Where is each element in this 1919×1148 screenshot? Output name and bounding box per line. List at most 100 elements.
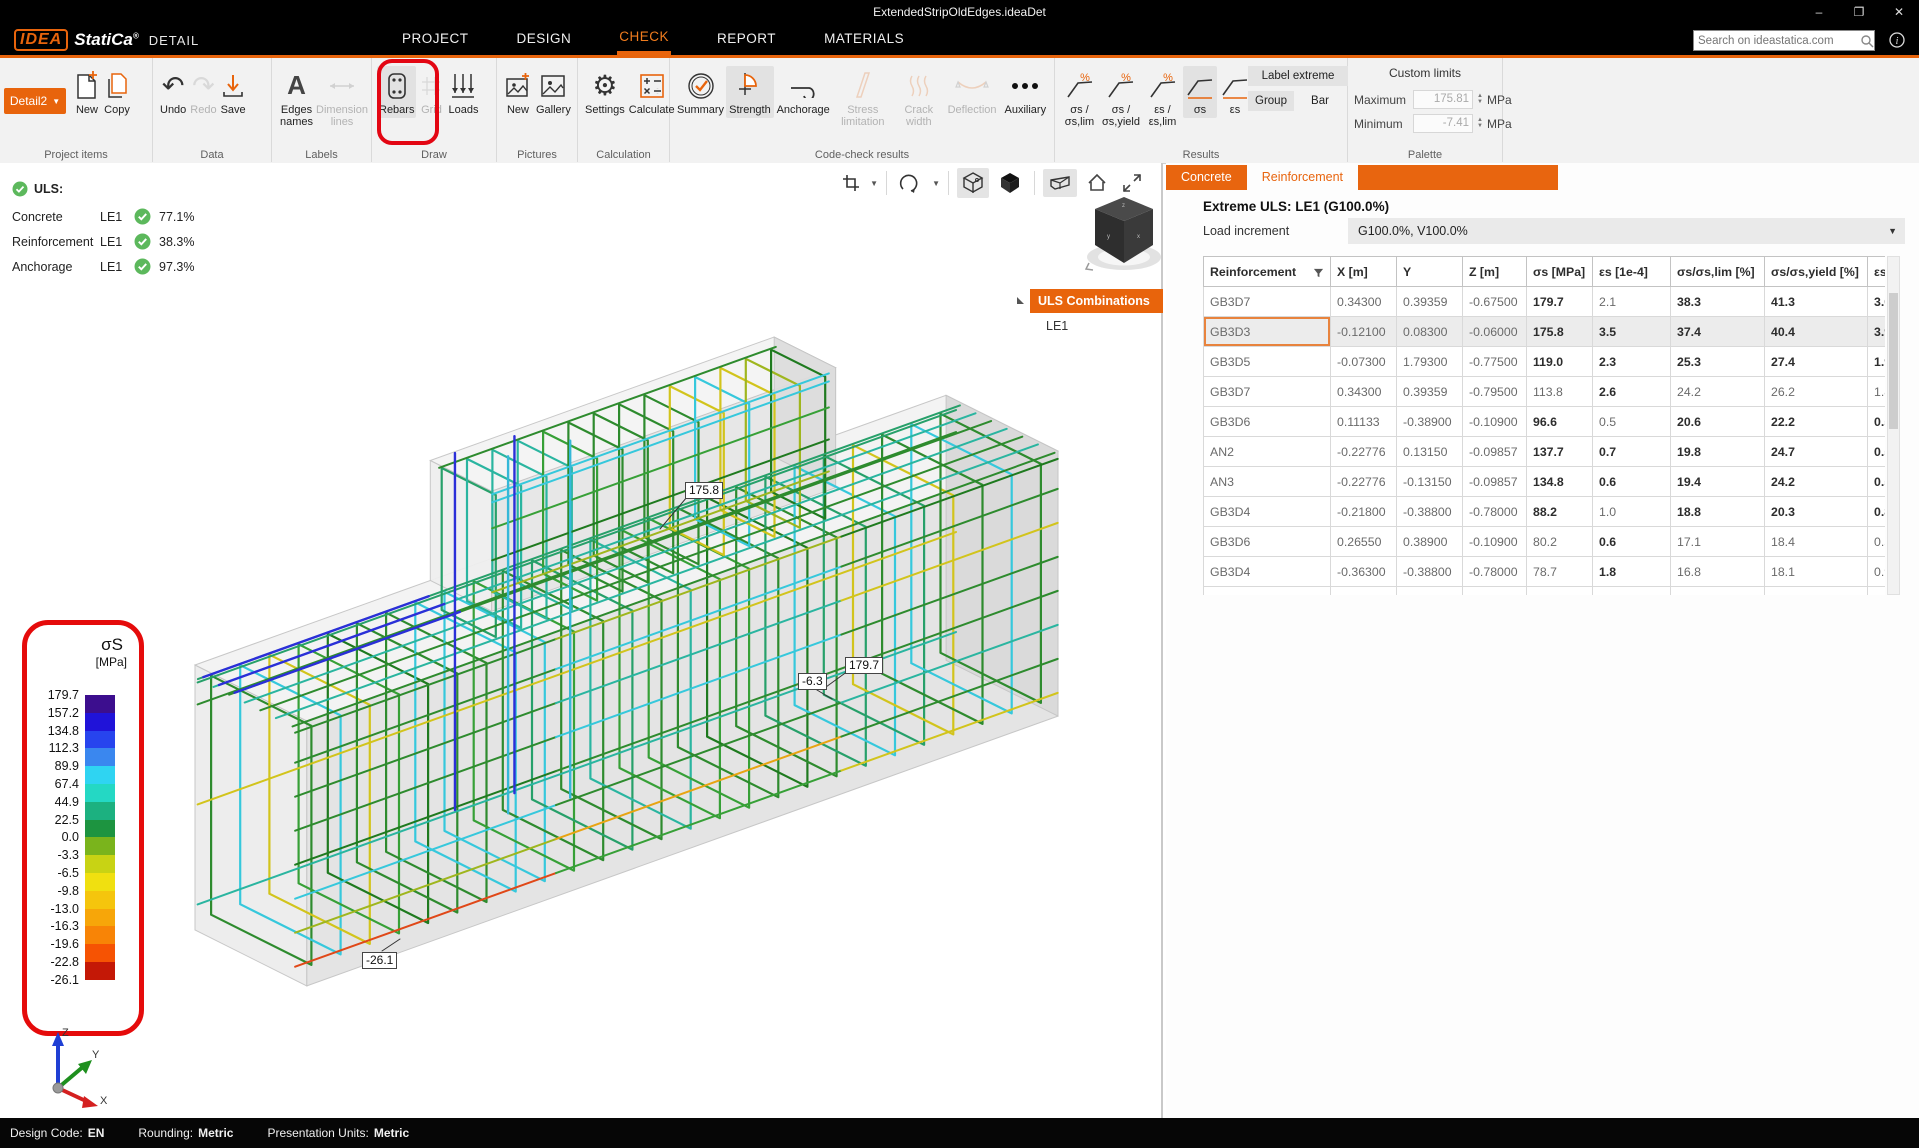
section-crop-tool[interactable] <box>837 170 865 196</box>
anchorage-button[interactable]: Anchorage <box>774 66 833 118</box>
cell: 0.34300 <box>1331 287 1397 317</box>
main-menu: PROJECT DESIGN CHECK REPORT MATERIALS <box>400 25 906 55</box>
table-row-GB3D7[interactable]: GB3D70.343000.39359-0.79500113.82.624.22… <box>1204 377 1886 407</box>
search-box[interactable] <box>1693 30 1875 51</box>
column-header-σs/σs,yield [%][interactable]: σs/σs,yield [%] <box>1765 257 1868 287</box>
table-row-GB3D3[interactable]: GB3D3-0.121000.08300-0.06000175.83.537.4… <box>1204 317 1886 347</box>
legend-band <box>85 784 115 802</box>
cell: GB3D3 <box>1204 317 1331 347</box>
column-header-Z [m][interactable]: Z [m] <box>1463 257 1527 287</box>
load-increment-dropdown[interactable]: G100.0%, V100.0% ▼ <box>1348 218 1905 244</box>
cell: -0.38900 <box>1397 407 1463 437</box>
table-row-GB3D4[interactable]: GB3D4-0.21800-0.38800-0.7800088.21.018.8… <box>1204 497 1886 527</box>
view-cube[interactable]: yxz <box>1085 183 1163 281</box>
settings-button[interactable]: ⚙ Settings <box>583 66 627 118</box>
cell: 19.4 <box>1671 467 1765 497</box>
menu-item-project[interactable]: PROJECT <box>400 25 471 55</box>
table-row-GB3D5[interactable]: GB3D5-0.073001.79300-0.77500119.02.325.3… <box>1204 347 1886 377</box>
info-icon[interactable]: i <box>1889 32 1905 48</box>
table-row-AN3[interactable]: AN3-0.22776-0.13150-0.09857134.80.619.42… <box>1204 467 1886 497</box>
ss-ssyield-button[interactable]: % σs /σs,yield <box>1100 66 1142 131</box>
table-row-GB3D4[interactable]: GB3D4-0.36300-0.38800-0.7800078.71.816.8… <box>1204 557 1886 587</box>
chevron-down-icon[interactable]: ▼ <box>932 179 940 188</box>
table-row-GB3D6[interactable]: GB3D60.11133-0.38900-0.1090096.60.520.62… <box>1204 407 1886 437</box>
es-eslim-button[interactable]: % εs /εs,lim <box>1143 66 1182 131</box>
column-header-εs [1e-4][interactable]: εs [1e-4] <box>1593 257 1671 287</box>
bar-toggle-button[interactable]: Bar <box>1302 91 1338 111</box>
model-viewport[interactable]: ULS: ConcreteLE177.1%ReinforcementLE138.… <box>0 163 1163 1118</box>
maximize-button[interactable]: ❐ <box>1839 0 1879 25</box>
label-extreme-button[interactable]: Label extreme <box>1248 66 1348 86</box>
table-row-GB3D6[interactable]: GB3D60.265500.38900-0.1090080.20.617.118… <box>1204 527 1886 557</box>
group-toggle-button[interactable]: Group <box>1248 91 1294 111</box>
cell: -0.21800 <box>1331 497 1397 527</box>
minimum-spinner[interactable]: ▲▼ <box>1477 118 1483 129</box>
menu-item-check[interactable]: CHECK <box>617 25 671 55</box>
strength-button[interactable]: Strength <box>726 66 774 118</box>
menu-item-materials[interactable]: MATERIALS <box>822 25 906 55</box>
combination-le1[interactable]: LE1 <box>1030 313 1163 333</box>
column-header-εs/εs,lim [%][interactable]: εs/εs,lim [%] <box>1868 257 1886 287</box>
cell: GB3D5 <box>1204 347 1331 377</box>
auxiliary-button[interactable]: Auxiliary <box>1000 66 1051 118</box>
maximum-spinner[interactable]: ▲▼ <box>1477 94 1483 105</box>
maximum-input[interactable]: 175.81 <box>1413 90 1473 109</box>
cell: 17.3 <box>1765 587 1868 596</box>
tab-reinforcement[interactable]: Reinforcement <box>1247 165 1358 190</box>
ss-sslim-button[interactable]: % σs /σs,lim <box>1060 66 1099 131</box>
minimize-button[interactable]: – <box>1799 0 1839 25</box>
es-result-button[interactable]: εs <box>1218 66 1252 118</box>
uls-row-reinforcement: ReinforcementLE138.3% <box>12 229 194 254</box>
legend-tick-label: 112.3 <box>27 741 79 755</box>
rebars-button[interactable]: Rebars <box>377 66 416 118</box>
redo-button: ↷ Redo <box>188 66 218 118</box>
loads-button[interactable]: Loads <box>446 66 480 118</box>
cell: -0.09857 <box>1463 437 1527 467</box>
new-picture-button[interactable]: New <box>502 66 534 118</box>
search-icon <box>1860 34 1874 48</box>
legend-band <box>85 891 115 909</box>
table-row-GB3D7[interactable]: GB3D70.343000.39359-0.67500179.72.138.34… <box>1204 287 1886 317</box>
clip-view-button[interactable] <box>1043 169 1077 197</box>
cell: 0.12300 <box>1397 587 1463 596</box>
search-input[interactable] <box>1694 35 1860 47</box>
table-scrollbar[interactable] <box>1887 256 1900 595</box>
expander-icon[interactable] <box>1017 297 1024 304</box>
rotate-tool[interactable] <box>895 170 927 196</box>
column-header-X [m][interactable]: X [m] <box>1331 257 1397 287</box>
column-header-Reinforcement[interactable]: Reinforcement <box>1204 257 1331 287</box>
menu-item-report[interactable]: REPORT <box>715 25 778 55</box>
dimension-icon <box>327 68 357 104</box>
undo-button[interactable]: ↶ Undo <box>158 66 188 118</box>
ss-result-button[interactable]: σs <box>1183 66 1217 118</box>
minimum-input[interactable]: -7.41 <box>1413 114 1473 133</box>
new-project-button[interactable]: New <box>72 66 102 118</box>
wireframe-view-button[interactable] <box>957 168 989 198</box>
summary-button[interactable]: Summary <box>675 66 726 118</box>
column-header-σs [MPa][interactable]: σs [MPa] <box>1527 257 1593 287</box>
filter-icon[interactable] <box>1313 268 1324 279</box>
column-header-Y[interactable]: Y <box>1397 257 1463 287</box>
tab-concrete[interactable]: Concrete <box>1166 165 1247 190</box>
close-button[interactable]: ✕ <box>1879 0 1919 25</box>
chevron-down-icon[interactable]: ▼ <box>870 179 878 188</box>
cell: 0.39359 <box>1397 377 1463 407</box>
solid-view-button[interactable] <box>994 168 1026 198</box>
legend-scale: 179.7157.2134.8112.389.967.444.922.50.0-… <box>27 625 139 1031</box>
save-button[interactable]: Save <box>219 66 248 118</box>
table-row-GB3D8[interactable]: GB3D80.083000.12300-0.7235075.30.416.017… <box>1204 587 1886 596</box>
detail-selector-button[interactable]: Detail2▼ <box>4 88 66 114</box>
uls-combinations-header[interactable]: ULS Combinations <box>1030 289 1163 313</box>
edges-names-button[interactable]: A Edges names <box>277 66 316 131</box>
cell: 0.8 <box>1868 497 1886 527</box>
copy-button[interactable]: Copy <box>102 66 132 118</box>
gallery-button[interactable]: Gallery <box>534 66 573 118</box>
new-picture-icon <box>504 68 532 104</box>
menu-bar: IDEA StatiCa® DETAIL PROJECTDESIGNCHECKR… <box>0 25 1919 55</box>
table-row-AN2[interactable]: AN2-0.227760.13150-0.09857137.70.719.824… <box>1204 437 1886 467</box>
column-header-σs/σs,lim [%][interactable]: σs/σs,lim [%] <box>1671 257 1765 287</box>
menu-item-design[interactable]: DESIGN <box>515 25 574 55</box>
scrollbar-thumb[interactable] <box>1889 293 1898 429</box>
result-tabs: ConcreteReinforcement <box>1166 165 1558 190</box>
cell: 78.7 <box>1527 557 1593 587</box>
